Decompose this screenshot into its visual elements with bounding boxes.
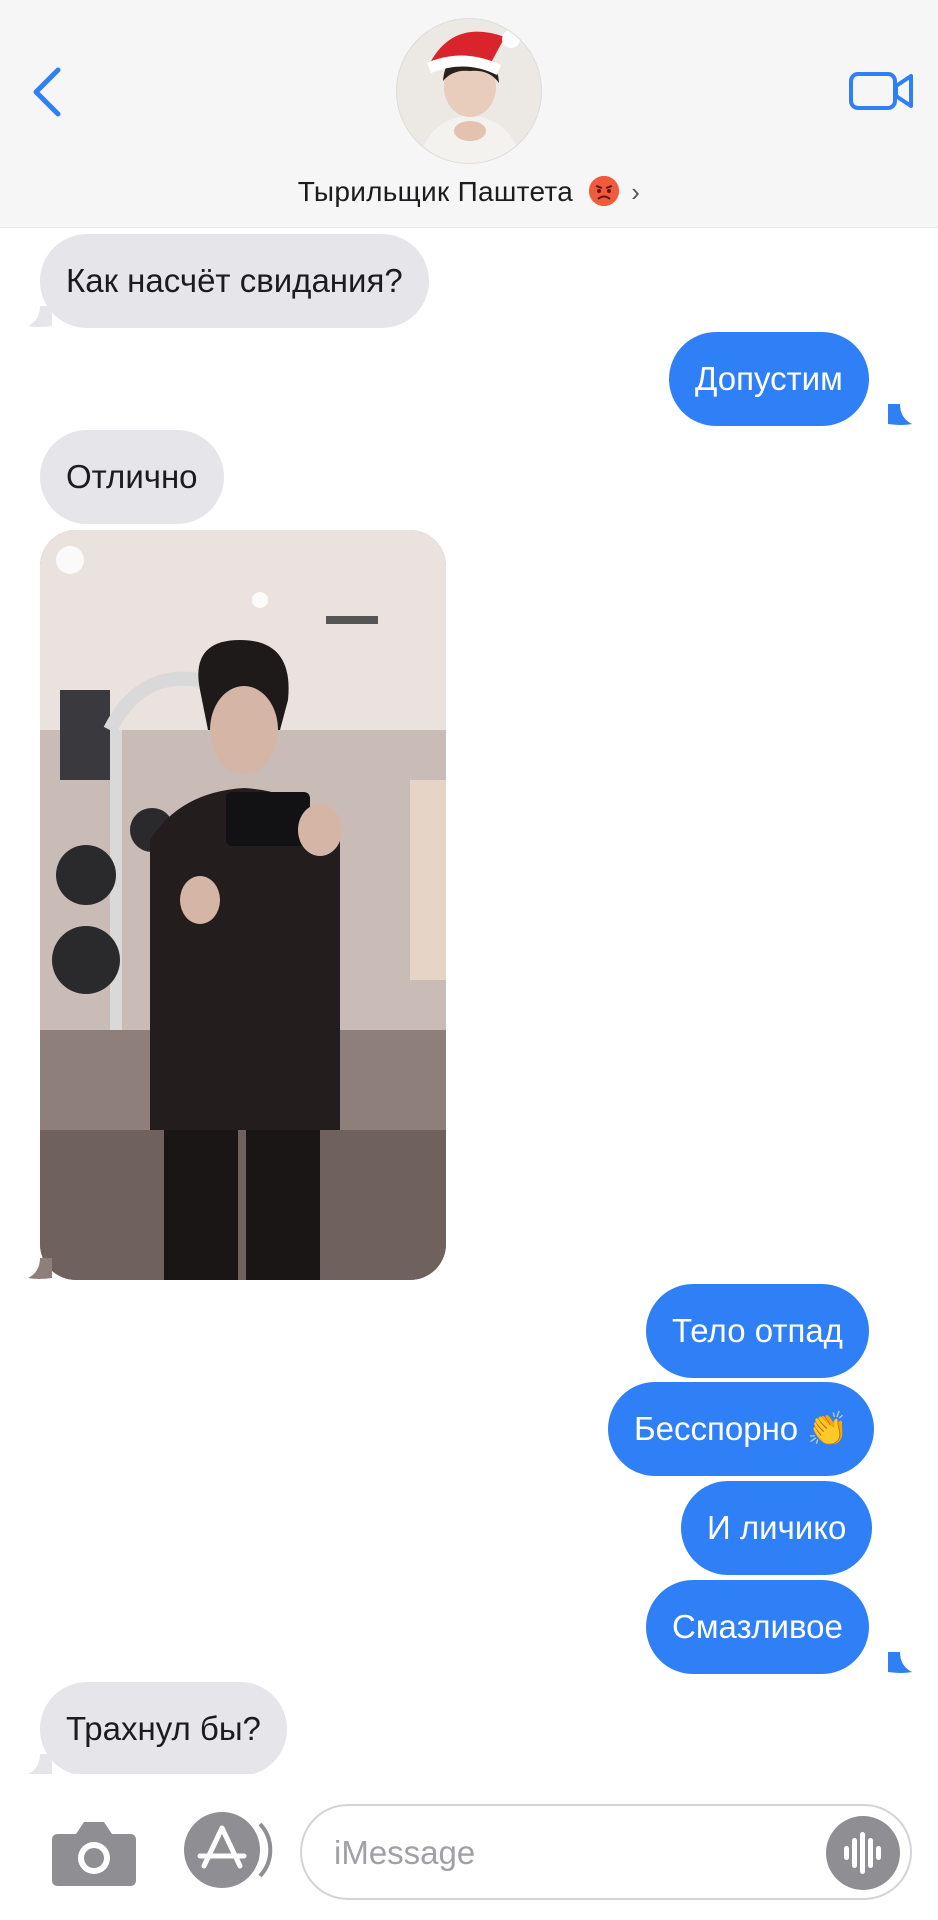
message-input[interactable]	[334, 1826, 794, 1880]
app-store-icon	[184, 1812, 273, 1888]
video-camera-icon	[849, 72, 913, 110]
avatar-photo	[397, 19, 541, 163]
message-text: Тело отпад	[672, 1312, 843, 1349]
facetime-video-button[interactable]	[848, 66, 914, 116]
message-text: Как насчёт свидания?	[66, 262, 403, 299]
audio-message-button[interactable]	[826, 1816, 900, 1890]
message-text: Отлично	[66, 458, 198, 495]
bubble-tail	[28, 306, 52, 327]
photo-attachment[interactable]	[40, 530, 446, 1280]
message-bubble-outgoing[interactable]: Допустим	[669, 332, 869, 426]
imessage-field[interactable]	[300, 1804, 912, 1900]
message-bubble-outgoing[interactable]: Бесспорно 👏	[608, 1382, 875, 1476]
message-bubble-outgoing[interactable]: И личико	[681, 1481, 873, 1575]
message-bubble-incoming[interactable]: Трахнул бы?	[40, 1682, 287, 1774]
message-bubble-incoming[interactable]: Отлично	[40, 430, 224, 524]
bubble-tail	[28, 1754, 52, 1774]
contact-name: Тырильщик Паштета	[297, 176, 574, 207]
message-thread[interactable]: Как насчёт свидания? Допустим Отлично Те…	[0, 228, 938, 1774]
chevron-right-icon: ›	[631, 177, 641, 207]
bubble-tail	[888, 1652, 912, 1673]
message-bubble-outgoing[interactable]: Тело отпад	[646, 1284, 869, 1378]
bubble-tail	[28, 1258, 52, 1279]
audio-waveform-icon	[844, 1832, 881, 1874]
message-text: Бесспорно 👏	[634, 1410, 849, 1447]
contact-name-row[interactable]: Тырильщик Паштета ›	[0, 176, 938, 208]
message-text: Трахнул бы?	[66, 1710, 261, 1747]
message-bubble-incoming[interactable]: Как насчёт свидания?	[40, 234, 429, 328]
message-text: Смазливое	[672, 1608, 843, 1645]
conversation-header: Тырильщик Паштета ›	[0, 0, 938, 228]
angry-face-emoji-icon	[589, 176, 620, 206]
message-text: Допустим	[695, 360, 843, 397]
chevron-left-icon	[33, 67, 61, 117]
contact-avatar[interactable]	[396, 18, 542, 164]
back-button[interactable]	[28, 66, 68, 118]
message-bubble-outgoing[interactable]: Смазливое	[646, 1580, 869, 1674]
camera-button[interactable]	[50, 1816, 138, 1888]
app-store-button[interactable]	[182, 1810, 278, 1890]
bubble-tail	[888, 404, 912, 425]
compose-bar	[0, 1774, 938, 1920]
camera-icon	[52, 1822, 136, 1886]
photo-image	[40, 530, 446, 1280]
message-text: И личико	[707, 1509, 847, 1546]
